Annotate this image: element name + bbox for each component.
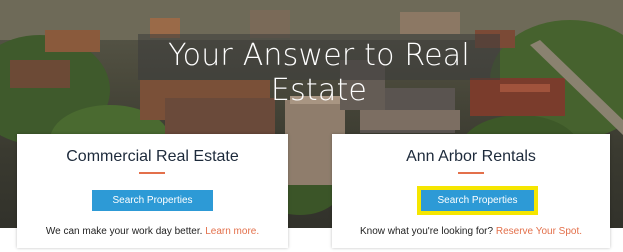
commercial-card: Commercial Real Estate Search Properties… — [17, 134, 288, 248]
search-properties-button[interactable]: Search Properties — [421, 190, 534, 211]
card-tagline: We can make your work day better. Learn … — [17, 226, 288, 237]
card-tagline: Know what you're looking for? Reserve Yo… — [332, 226, 610, 237]
search-properties-button[interactable]: Search Properties — [92, 190, 213, 211]
hero-title: Your Answer to Real Estate — [168, 38, 470, 108]
learn-more-link[interactable]: Learn more. — [205, 226, 259, 237]
tagline-text: Know what you're looking for? — [359, 226, 494, 237]
title-divider — [458, 172, 484, 174]
tagline-text: We can make your work day better. — [45, 226, 203, 237]
rentals-card: Ann Arbor Rentals Search Properties Know… — [332, 134, 610, 248]
reserve-your-spot-link[interactable]: Reserve Your Spot. — [496, 226, 582, 237]
card-title: Ann Arbor Rentals — [406, 148, 536, 165]
card-title: Commercial Real Estate — [66, 148, 239, 165]
title-divider — [139, 172, 165, 174]
